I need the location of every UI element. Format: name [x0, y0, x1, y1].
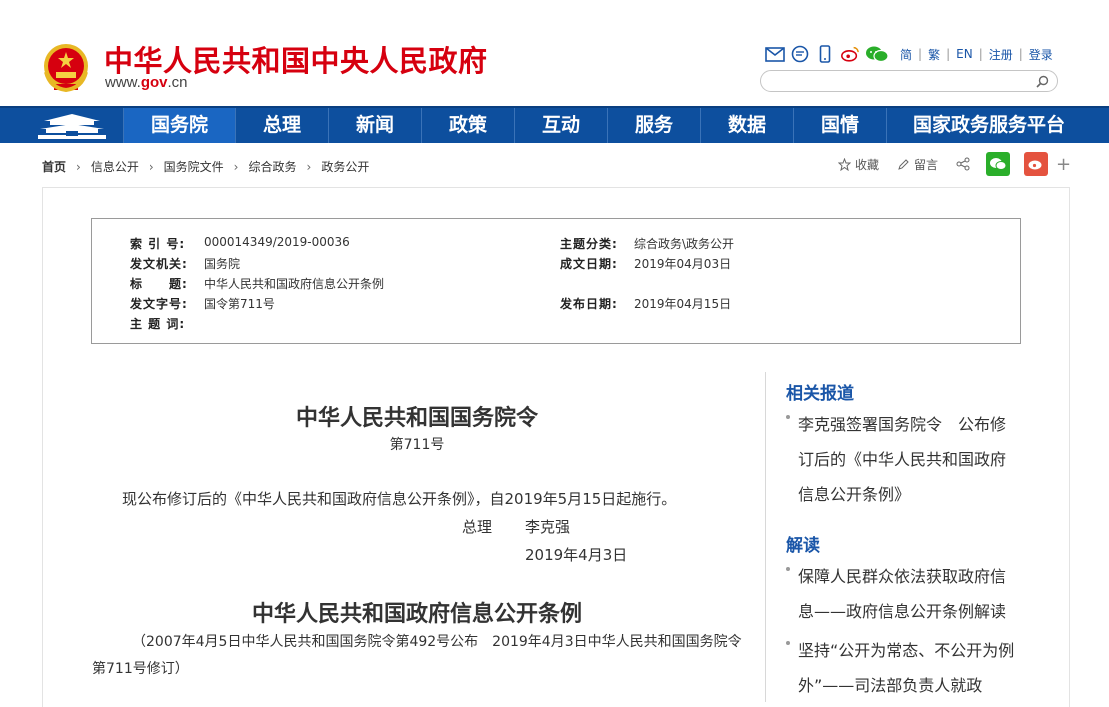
info-index: 索 引 号: 000014349/2019-00036: [130, 235, 350, 251]
breadcrumb-home[interactable]: 首页: [42, 158, 66, 175]
comment-button[interactable]: 留言: [897, 156, 938, 173]
url-prefix: www.: [105, 74, 141, 91]
mail-icon[interactable]: [765, 45, 785, 63]
url-domain: gov: [140, 74, 168, 91]
info-title: 标 题: 中华人民共和国政府信息公开条例: [130, 277, 385, 291]
nav-zongli[interactable]: 总理: [235, 108, 328, 143]
pencil-icon: [898, 158, 909, 170]
mobile-icon[interactable]: [815, 45, 835, 63]
interpretation-item[interactable]: 保障人民群众依法获取政府信息——政府信息公开条例解读: [786, 559, 1018, 629]
star-icon: [838, 157, 851, 171]
english-link[interactable]: EN: [956, 47, 973, 61]
breadcrumb: 首页 › 信息公开 › 国务院文件 › 综合政务 › 政务公开: [42, 158, 379, 175]
decree-number: 第711号: [389, 437, 445, 453]
weibo-icon[interactable]: [840, 45, 860, 63]
info-issuer: 发文机关: 国务院: [130, 257, 241, 271]
regulation-title: 中华人民共和国政府信息公开条例: [251, 601, 582, 627]
nav-xinwen[interactable]: 新闻: [328, 108, 421, 143]
info-written-date: 成文日期: 2019年04月03日: [560, 257, 732, 271]
search-icon[interactable]: [1036, 75, 1049, 88]
info-document-number: 发文字号: 国令第711号: [130, 297, 275, 311]
nav-government-service-platform[interactable]: 国家政务服务平台: [886, 108, 1091, 143]
site-url[interactable]: www.gov.cn: [105, 74, 188, 91]
breadcrumb-affairs-public[interactable]: 政务公开: [321, 158, 369, 175]
decree-text: 现公布修订后的《中华人民共和国政府信息公开条例》，自2019年5月15日起施行。: [122, 490, 677, 508]
site-header: 中华人民共和国中央人民政府 www.gov.cn 简 | 繁 | EN | 注册 | 登…: [0, 0, 1109, 106]
url-suffix: .cn: [167, 74, 188, 91]
language-login-links: 简 | 繁 | EN | 注册 | 登录: [900, 46, 1053, 63]
share-icon[interactable]: [956, 157, 974, 171]
breadcrumb-info-public[interactable]: 信息公开: [91, 158, 139, 175]
sidebar-divider: [765, 372, 766, 702]
info-publish-date: 发布日期: 2019年04月15日: [560, 297, 732, 311]
register-link[interactable]: 注册: [989, 46, 1013, 63]
main-nav: 国务院 总理 新闻 政策 互动 服务 数据 国情 国家政务服务平台: [0, 106, 1109, 143]
chevron-right-icon: ›: [148, 159, 154, 174]
favorite-button[interactable]: 收藏: [838, 156, 879, 173]
weibo-share-icon[interactable]: [1024, 152, 1049, 176]
share-bar: 收藏 留言 +: [838, 152, 1071, 176]
breadcrumb-general-affairs[interactable]: 综合政务: [248, 158, 296, 175]
wechat-icon[interactable]: [865, 45, 889, 63]
message-icon[interactable]: [790, 45, 810, 63]
related-report-item[interactable]: 李克强签署国务院令 公布修订后的《中华人民共和国政府信息公开条例》: [786, 407, 1018, 512]
info-subject-words: 主 题 词:: [130, 317, 186, 331]
nav-fuwu[interactable]: 服务: [607, 108, 700, 143]
interpretation-item[interactable]: 坚持“公开为常态、不公开为例外”——司法部负责人就政: [786, 633, 1018, 703]
national-emblem-icon[interactable]: [42, 42, 90, 94]
comment-label: 留言: [914, 157, 939, 172]
search-box: [760, 70, 1058, 92]
traditional-link[interactable]: 繁: [928, 46, 940, 63]
breadcrumb-state-council-docs[interactable]: 国务院文件: [164, 158, 224, 175]
signature-date: 2019年4月3日: [525, 546, 628, 564]
interpretation-heading: 解读: [786, 536, 820, 556]
chevron-right-icon: ›: [76, 159, 81, 174]
document-info-table: 索 引 号: 000014349/2019-00036 主题分类: 综合政务\政务公…: [91, 218, 1021, 344]
simplified-link[interactable]: 简: [900, 46, 912, 63]
info-topic: 主题分类: 综合政务\政务公开: [560, 237, 735, 251]
nav-hudong[interactable]: 互动: [514, 108, 607, 143]
search-input[interactable]: [771, 72, 1041, 92]
login-link[interactable]: 登录: [1029, 46, 1053, 63]
wechat-share-icon[interactable]: [986, 152, 1011, 176]
header-tools: 简 | 繁 | EN | 注册 | 登录: [765, 44, 1053, 64]
plus-icon[interactable]: +: [1056, 154, 1071, 175]
regulation-note: （2007年4月5日中华人民共和国国务院令第492号公布 2019年4月3日中华…: [92, 634, 742, 677]
signature-name: 李克强: [525, 518, 571, 536]
signature-role: 总理: [462, 518, 493, 536]
chevron-right-icon: ›: [233, 159, 239, 174]
nav-guoqing[interactable]: 国情: [793, 108, 886, 143]
nav-guowuyuan[interactable]: 国务院: [123, 108, 235, 143]
nav-zhengce[interactable]: 政策: [421, 108, 514, 143]
tiananmen-home-icon[interactable]: [36, 112, 108, 140]
related-reports-heading: 相关报道: [786, 384, 854, 404]
decree-title: 中华人民共和国国务院令: [295, 405, 538, 431]
chevron-right-icon: ›: [306, 159, 312, 174]
favorite-label: 收藏: [855, 157, 880, 172]
nav-shuju[interactable]: 数据: [700, 108, 793, 143]
